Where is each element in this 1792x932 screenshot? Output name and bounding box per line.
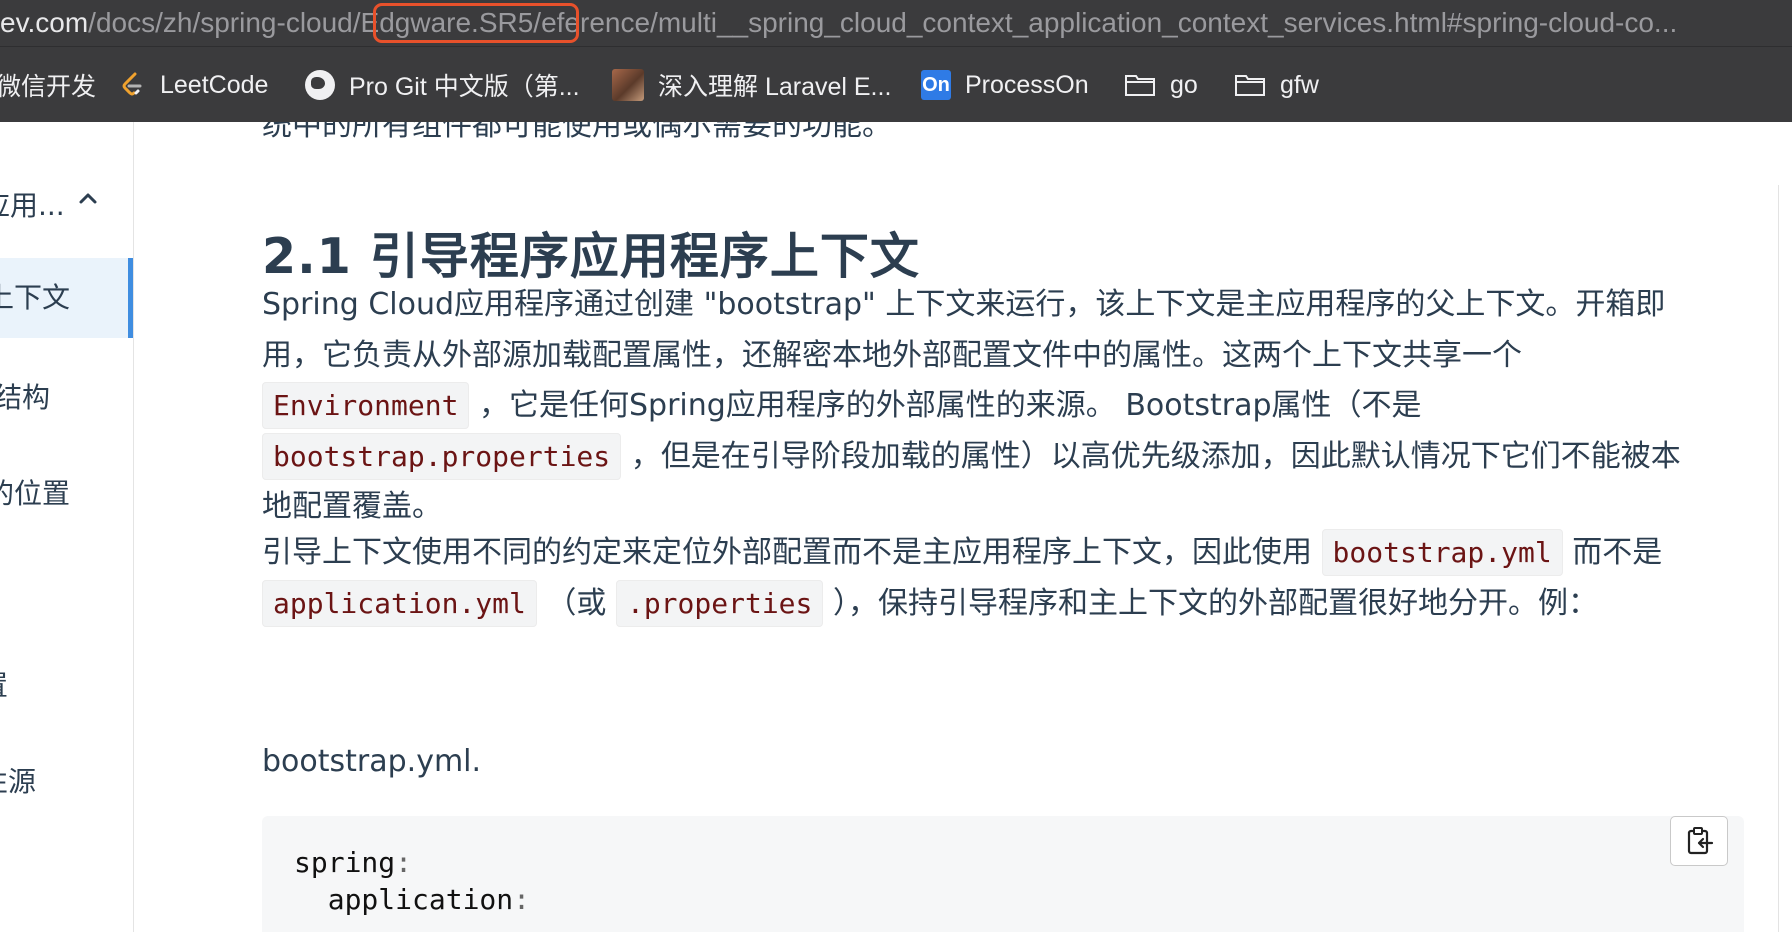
inline-code: application.yml bbox=[262, 579, 537, 627]
paragraph-fragment: 统中的所有组件都可能使用或偶尔需要的功能。 bbox=[262, 122, 892, 143]
processon-icon: On bbox=[921, 70, 951, 100]
address-bar[interactable]: ev.com/docs/zh/spring-cloud/Edgware.SR5/… bbox=[0, 0, 1792, 46]
url-text[interactable]: ev.com/docs/zh/spring-cloud/Edgware.SR5/… bbox=[0, 3, 1677, 43]
bookmark-leetcode[interactable]: LeetCode bbox=[118, 47, 268, 123]
inline-code: bootstrap.yml bbox=[1321, 529, 1563, 576]
main-content: 统中的所有组件都可能使用或偶尔需要的功能。 2.1 引导程序应用程序上下文 Sp… bbox=[134, 122, 1792, 932]
sidebar-item-label: 上下文 bbox=[0, 281, 71, 314]
file-label: bootstrap.yml. bbox=[262, 744, 482, 779]
code-key: spring bbox=[294, 846, 396, 879]
bookmark-weixin[interactable]: 微信开发 bbox=[0, 47, 96, 123]
copy-button[interactable] bbox=[1670, 816, 1728, 866]
highlight-annotation bbox=[373, 3, 579, 43]
code-line: spring: bbox=[294, 846, 412, 879]
paragraph-bootstrap-context: Spring Cloud应用程序通过创建 "bootstrap" 上下文来运行，… bbox=[262, 280, 1682, 533]
sidebar-nav: 应用... 上下文 结构 的位置 置 性源 bbox=[0, 122, 134, 932]
sidebar-item[interactable]: 结构 bbox=[0, 376, 127, 416]
bookmark-label: LeetCode bbox=[160, 70, 269, 99]
paragraph-text: 而不是 bbox=[1572, 535, 1663, 570]
code-colon: : bbox=[395, 846, 413, 879]
paragraph-text: ），保持引导程序和主上下文的外部配置很好地分开。例： bbox=[832, 585, 1598, 621]
code-block: spring: application: bbox=[262, 816, 1744, 932]
inline-code: bootstrap.properties bbox=[262, 432, 622, 480]
sidebar-item-active[interactable]: 上下文 bbox=[0, 258, 133, 338]
bookmark-label: go bbox=[1170, 70, 1198, 99]
chevron-up-icon[interactable] bbox=[78, 191, 98, 205]
sidebar-item-label: 应用... bbox=[0, 189, 65, 220]
bookmarks-bar: 微信开发 LeetCode Pro Git 中文版（第... 深入理解 Lara… bbox=[0, 46, 1792, 122]
bookmark-label: ProcessOn bbox=[965, 70, 1089, 99]
bookmark-processon[interactable]: On ProcessOn bbox=[921, 47, 1089, 123]
section-heading: 2.1 引导程序应用程序上下文 bbox=[262, 228, 920, 285]
folder-icon bbox=[1235, 75, 1265, 96]
sidebar-item-label: 的位置 bbox=[0, 477, 71, 510]
paragraph-text: ，它是任何Spring应用程序的外部属性的来源。 Bootstrap属性（不是 bbox=[478, 388, 1422, 423]
code-colon: : bbox=[513, 883, 531, 916]
bookmark-label: 微信开发 bbox=[0, 73, 97, 101]
sidebar-item[interactable]: 性源 bbox=[0, 760, 113, 800]
bookmark-label: gfw bbox=[1280, 70, 1319, 99]
bookmark-laravel[interactable]: 深入理解 Laravel E... bbox=[612, 47, 891, 123]
bookmark-folder-gfw[interactable]: gfw bbox=[1234, 47, 1319, 123]
bookmark-label: Pro Git 中文版（第... bbox=[349, 73, 580, 101]
paragraph-text: Spring Cloud应用程序通过创建 "bootstrap" 上下文来运行，… bbox=[262, 287, 1666, 373]
bookmark-folder-go[interactable]: go bbox=[1124, 47, 1198, 123]
inline-code: Environment bbox=[262, 382, 470, 429]
inline-code: .properties bbox=[615, 579, 824, 627]
avatar-icon bbox=[612, 69, 644, 101]
clipboard-icon bbox=[1687, 827, 1714, 855]
sidebar-item-label: 结构 bbox=[0, 381, 51, 414]
code-line: application: bbox=[294, 883, 530, 916]
sidebar-item[interactable]: 的位置 bbox=[0, 472, 119, 512]
sidebar-item[interactable]: 置 bbox=[0, 664, 113, 704]
sidebar-item-label: 性源 bbox=[0, 765, 37, 798]
url-host: ev.com bbox=[0, 7, 89, 38]
sidebar-item-label: 置 bbox=[0, 669, 8, 702]
scrollbar-track[interactable] bbox=[1778, 185, 1779, 932]
paragraph-text: 引导上下文使用不同的约定来定位外部配置而不是主应用程序上下文，因此使用 bbox=[262, 535, 1312, 570]
paragraph-bootstrap-yml: 引导上下文使用不同的约定来定位外部配置而不是主应用程序上下文，因此使用 boot… bbox=[262, 528, 1682, 629]
url-path-after: eference/multi__spring_cloud_context_app… bbox=[541, 7, 1678, 38]
bookmark-label: 深入理解 Laravel E... bbox=[658, 73, 892, 101]
paragraph-text: （或 bbox=[546, 585, 607, 621]
leetcode-icon bbox=[122, 72, 142, 96]
bookmark-progit[interactable]: Pro Git 中文版（第... bbox=[305, 47, 580, 123]
url-path-before: /docs/zh/spring-cloud bbox=[88, 7, 353, 38]
folder-icon bbox=[1125, 75, 1155, 96]
code-key: application bbox=[294, 883, 514, 916]
globe-icon bbox=[305, 70, 335, 100]
